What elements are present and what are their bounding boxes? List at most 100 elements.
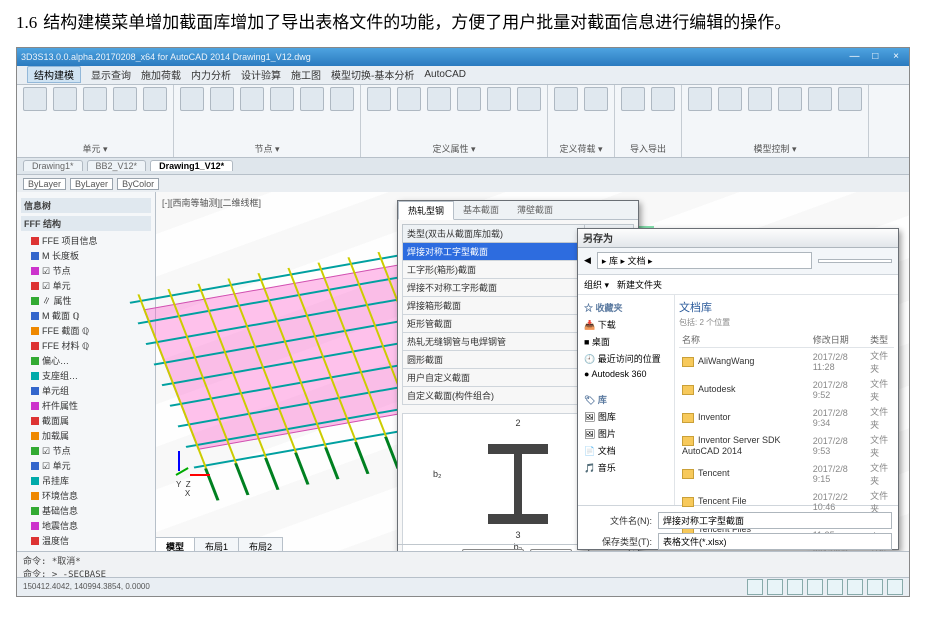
col-name[interactable]: 名称 xyxy=(679,332,810,348)
ribbon-tab[interactable]: 模型切换-基本分析 xyxy=(331,67,414,82)
info-tree-root[interactable]: FFF 结构 xyxy=(21,216,151,231)
search-input[interactable] xyxy=(818,259,892,263)
ribbon-button[interactable] xyxy=(427,87,451,111)
ribbon-tab[interactable]: AutoCAD xyxy=(424,69,466,80)
col-date[interactable]: 修改日期 xyxy=(810,332,867,348)
ribbon-group-label[interactable]: 定义属性 ▾ xyxy=(367,142,541,155)
ribbon-button[interactable] xyxy=(330,87,354,111)
section-tab[interactable]: 薄壁截面 xyxy=(508,201,562,219)
section-tab[interactable]: 热轧型钢 xyxy=(398,201,454,220)
save-file-list[interactable]: 文档库 包括: 2 个位置 名称 修改日期 类型 AliWangWang2017… xyxy=(675,295,898,505)
tree-item[interactable]: 吊挂库 xyxy=(31,473,151,488)
tree-item[interactable]: ☑ 单元 xyxy=(31,458,151,473)
file-row[interactable]: Tencent2017/2/8 9:15文件夹 xyxy=(679,460,894,488)
ribbon-button[interactable] xyxy=(651,87,675,111)
nav-item[interactable]: ■ 桌面 xyxy=(582,333,670,350)
file-row[interactable]: Inventor2017/2/8 9:34文件夹 xyxy=(679,404,894,432)
tree-item[interactable]: FFE 材料 ℚ xyxy=(31,338,151,353)
linetype-combo[interactable]: ByLayer xyxy=(70,178,113,190)
nav-item[interactable]: 🏷 库 xyxy=(582,391,670,408)
ribbon-button[interactable] xyxy=(554,87,578,111)
ribbon-group-label[interactable]: 单元 ▾ xyxy=(23,142,167,155)
tree-item[interactable]: 基础信息 xyxy=(31,503,151,518)
nav-item[interactable]: ● Autodesk 360 xyxy=(582,367,670,381)
nav-item[interactable]: 📄 文档 xyxy=(582,442,670,459)
tree-item[interactable]: 支座组… xyxy=(31,368,151,383)
command-line[interactable]: 命令: *取消* 命令: > -SECBASE xyxy=(17,551,909,578)
document-tab[interactable]: BB2_V12* xyxy=(87,160,147,171)
ribbon-button[interactable] xyxy=(517,87,541,111)
ribbon-button[interactable] xyxy=(300,87,324,111)
ribbon-button[interactable] xyxy=(487,87,511,111)
ribbon-group-label[interactable]: 模型控制 ▾ xyxy=(688,142,862,155)
ribbon-group-label[interactable]: 导入导出 xyxy=(621,142,675,155)
col-type[interactable]: 类型 xyxy=(867,332,894,348)
ribbon-button[interactable] xyxy=(778,87,802,111)
viewport-label[interactable]: [-][西南等轴测][二维线框] xyxy=(162,196,261,209)
col-type[interactable]: 类型(双击从截面库加载) xyxy=(403,224,585,242)
minimize-button[interactable]: — xyxy=(845,51,863,62)
ribbon-button[interactable] xyxy=(718,87,742,111)
viewcube-icon[interactable] xyxy=(747,579,763,595)
nav-back-icon[interactable]: ◀ xyxy=(584,255,591,266)
file-row[interactable]: Inventor Server SDK AutoCAD 20142017/2/8… xyxy=(679,432,894,460)
nav-item[interactable]: 🎵 音乐 xyxy=(582,459,670,476)
file-row[interactable]: Autodesk2017/2/8 9:52文件夹 xyxy=(679,376,894,404)
ribbon-button[interactable] xyxy=(23,87,47,111)
tree-item[interactable]: 单元组 xyxy=(31,383,151,398)
ribbon-tab[interactable]: 施加荷载 xyxy=(141,67,181,82)
nav-item[interactable]: 🕘 最近访问的位置 xyxy=(582,350,670,367)
new-folder-button[interactable]: 新建文件夹 xyxy=(617,278,662,291)
ribbon-button[interactable] xyxy=(367,87,391,111)
ribbon-button[interactable] xyxy=(621,87,645,111)
ribbon-button[interactable] xyxy=(53,87,77,111)
tree-item[interactable]: ☑ 节点 xyxy=(31,443,151,458)
file-row[interactable]: AliWangWang2017/2/8 11:28文件夹 xyxy=(679,347,894,376)
ribbon-group-label[interactable]: 节点 ▾ xyxy=(180,142,354,155)
ribbon-button[interactable] xyxy=(397,87,421,111)
close-button[interactable]: × xyxy=(887,51,905,62)
tree-item[interactable]: M 长度板 xyxy=(31,248,151,263)
tree-item[interactable]: 偏心… xyxy=(31,353,151,368)
tree-item[interactable]: 杆件属性 xyxy=(31,398,151,413)
tree-item[interactable]: 环境信息 xyxy=(31,488,151,503)
tree-item[interactable]: 截面属 xyxy=(31,413,151,428)
ribbon-button[interactable] xyxy=(180,87,204,111)
breadcrumb-path[interactable]: ▸ 库 ▸ 文档 ▸ xyxy=(597,252,812,269)
organize-button[interactable]: 组织 ▾ xyxy=(584,278,609,291)
ribbon-button[interactable] xyxy=(688,87,712,111)
document-tab[interactable]: Drawing1* xyxy=(23,160,83,171)
document-tab[interactable]: Drawing1_V12* xyxy=(150,160,233,171)
tree-item[interactable]: 加载属 xyxy=(31,428,151,443)
ribbon-tab[interactable]: 施工图 xyxy=(291,67,321,82)
tree-item[interactable]: FFE 项目信息 xyxy=(31,233,151,248)
ribbon-button[interactable] xyxy=(83,87,107,111)
ribbon-tab[interactable]: 显示查询 xyxy=(91,67,131,82)
ribbon-tab[interactable]: 结构建模 xyxy=(27,66,81,83)
ribbon-button[interactable] xyxy=(808,87,832,111)
maximize-button[interactable]: □ xyxy=(866,51,884,62)
nav-item[interactable]: 📥 下载 xyxy=(582,316,670,333)
filetype-combo[interactable]: 表格文件(*.xlsx) xyxy=(658,533,892,550)
color-combo[interactable]: ByColor xyxy=(117,178,159,190)
save-nav-pane[interactable]: ☆ 收藏夹📥 下载■ 桌面🕘 最近访问的位置● Autodesk 360🏷 库🖼… xyxy=(578,295,675,505)
ribbon-tab[interactable]: 内力分析 xyxy=(191,67,231,82)
ribbon-button[interactable] xyxy=(584,87,608,111)
ribbon-button[interactable] xyxy=(113,87,137,111)
tree-item[interactable]: 地震信息 xyxy=(31,518,151,533)
ribbon-button[interactable] xyxy=(270,87,294,111)
layer-combo[interactable]: ByLayer xyxy=(23,178,66,190)
tree-item[interactable]: FFE 截面 ℚ xyxy=(31,323,151,338)
tree-item[interactable]: 温度信 xyxy=(31,533,151,548)
nav-item[interactable]: 🖼 图片 xyxy=(582,425,670,442)
ribbon-button[interactable] xyxy=(838,87,862,111)
section-tab[interactable]: 基本截面 xyxy=(454,201,508,219)
ribbon-button[interactable] xyxy=(457,87,481,111)
ribbon-button[interactable] xyxy=(143,87,167,111)
ribbon-button[interactable] xyxy=(748,87,772,111)
nav-item[interactable]: 🖼 图库 xyxy=(582,408,670,425)
ribbon-group-label[interactable]: 定义荷载 ▾ xyxy=(554,142,608,155)
nav-item[interactable]: ☆ 收藏夹 xyxy=(582,299,670,316)
ribbon-button[interactable] xyxy=(210,87,234,111)
ribbon-button[interactable] xyxy=(240,87,264,111)
